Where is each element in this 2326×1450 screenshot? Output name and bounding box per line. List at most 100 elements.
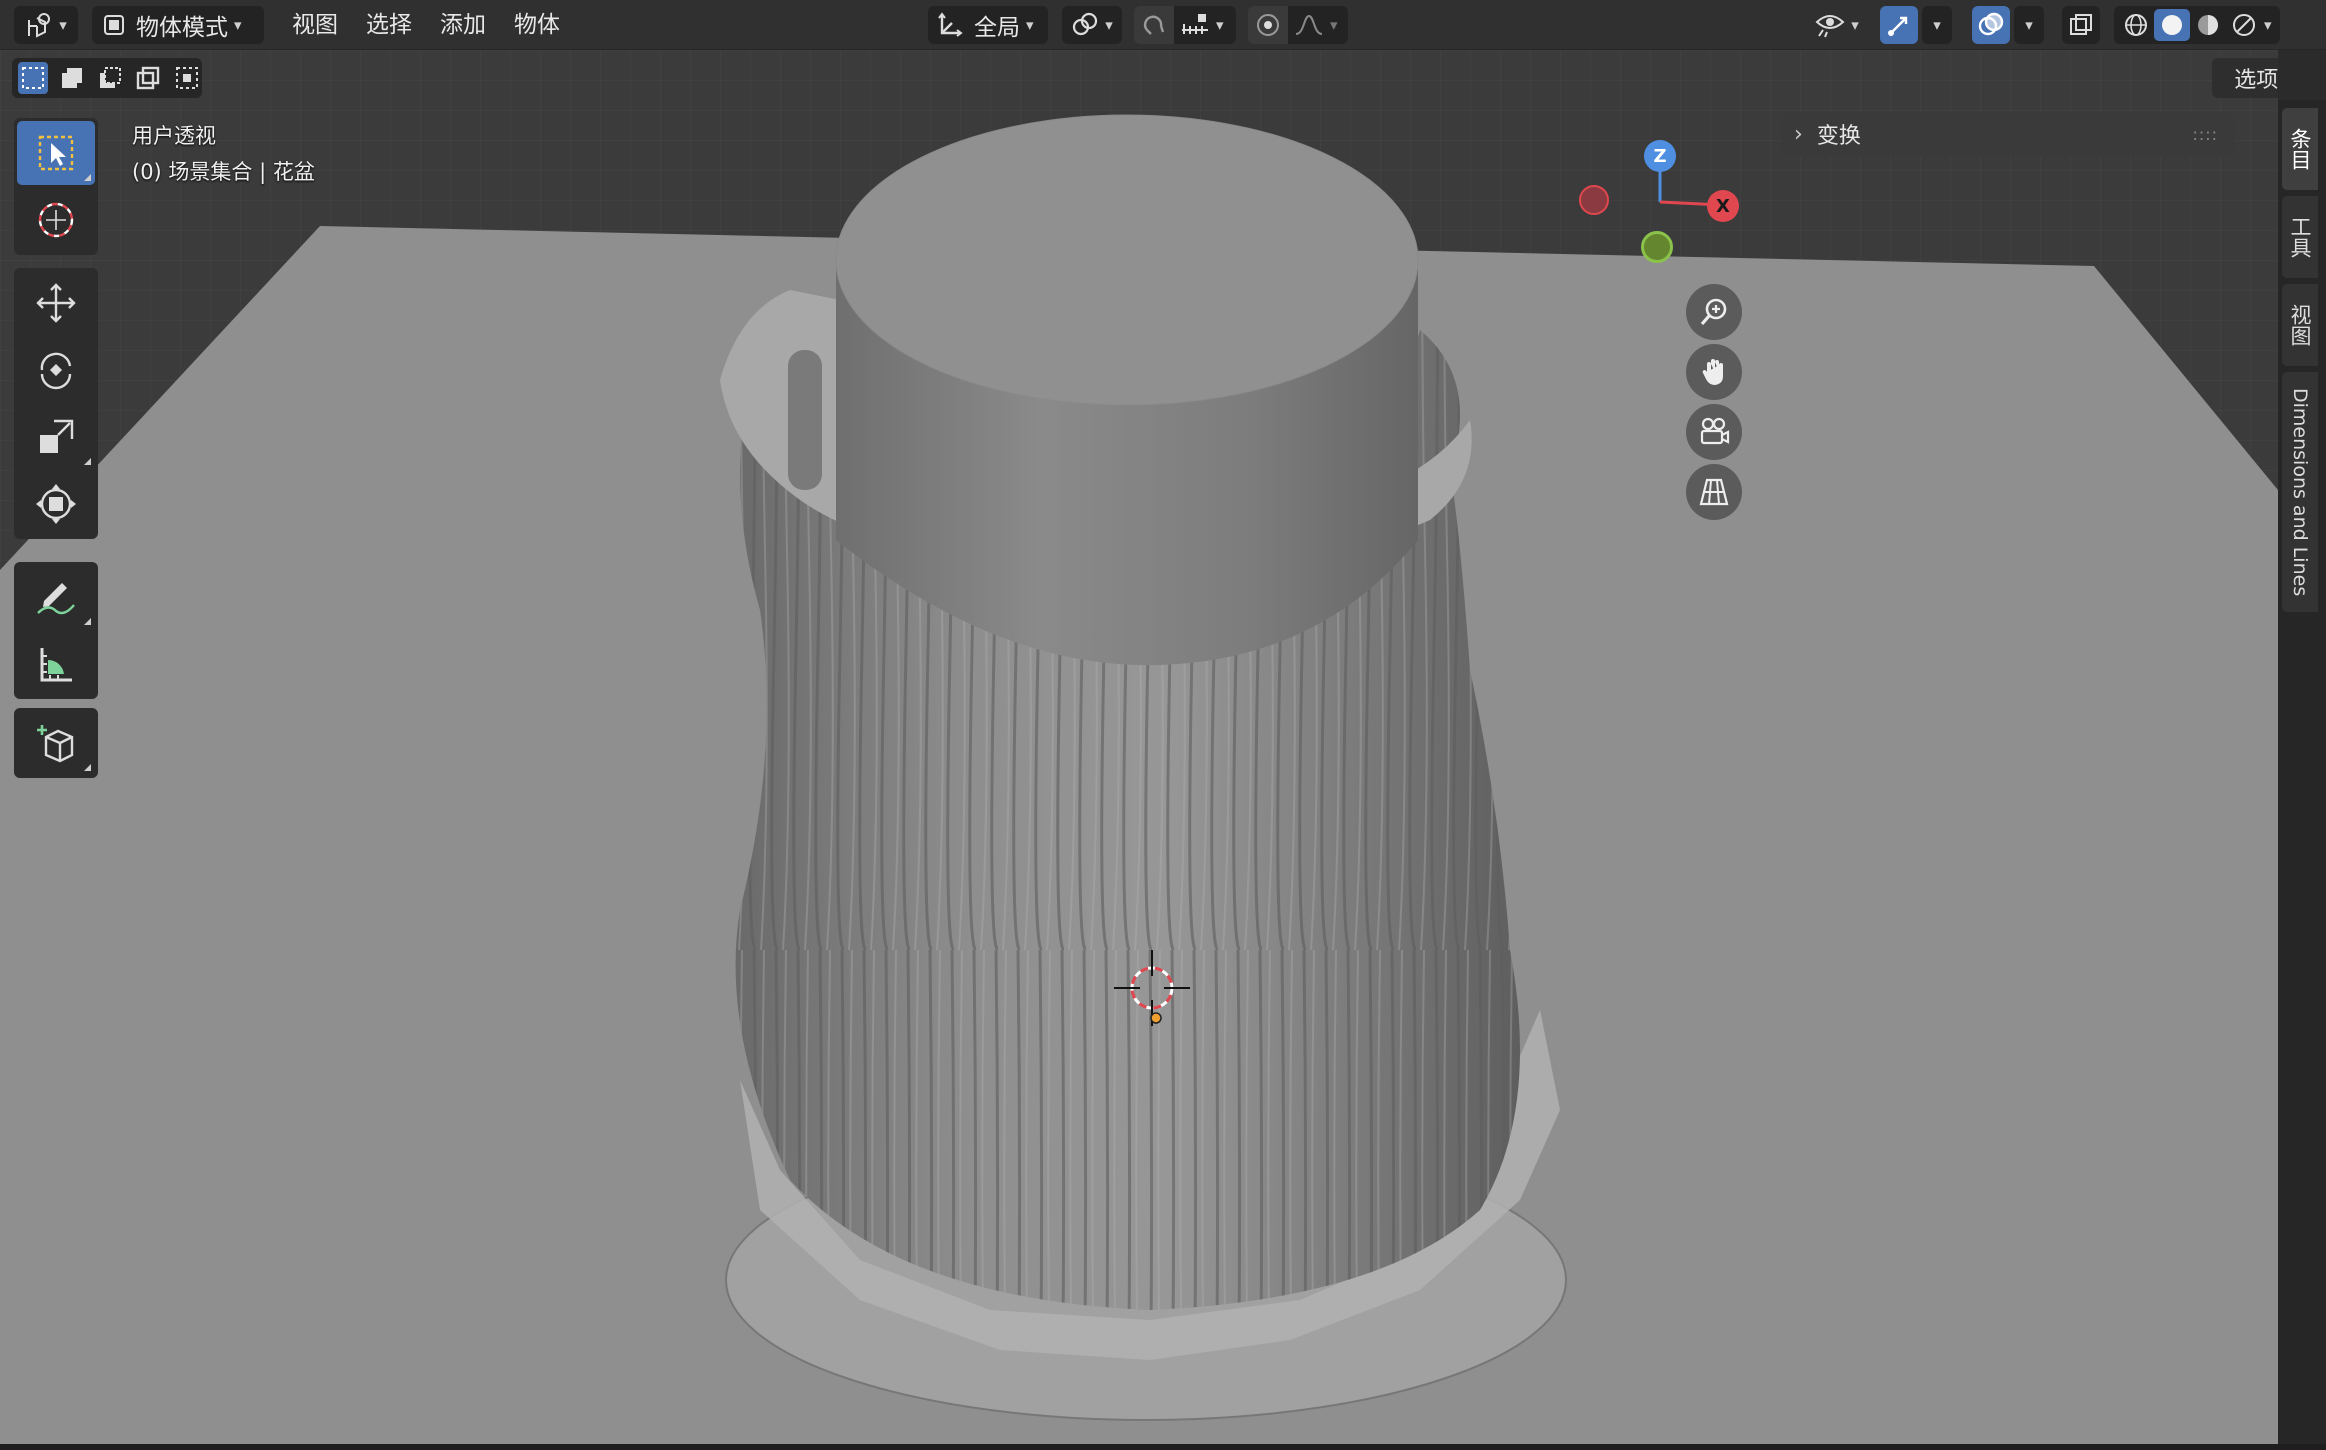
- tool-add-cube[interactable]: [17, 711, 95, 775]
- gizmo-toggle[interactable]: [1880, 6, 1918, 44]
- tool-group-add: [14, 708, 98, 778]
- transform-panel-header[interactable]: › 变换 ::::: [1782, 112, 2234, 156]
- chevron-right-icon: ›: [1794, 121, 1803, 147]
- editor-type-button[interactable]: ▾: [14, 6, 78, 44]
- menu-object[interactable]: 物体: [514, 8, 560, 42]
- x-axis-handle[interactable]: X: [1707, 190, 1739, 222]
- tool-group-select: [14, 118, 98, 255]
- drag-handle-icon[interactable]: ::::: [2192, 125, 2218, 144]
- bottom-border: [0, 1444, 2326, 1450]
- gizmo-icon: [1888, 16, 1908, 36]
- chevron-down-icon: ▾: [1330, 16, 1338, 34]
- chevron-down-icon: ▾: [1216, 16, 1224, 34]
- chevron-down-icon: ▾: [1105, 16, 1113, 34]
- mode-label: 物体模式: [136, 15, 228, 41]
- magnet-icon: [1143, 15, 1165, 35]
- tool-cursor[interactable]: [17, 188, 95, 252]
- transform-panel-title: 变换: [1816, 124, 1861, 149]
- viewport-header: ▾ 物体模式 ▾ 视图 选择 添加 物体 全局 ▾ ▾ ▾ ▾ ▾ ▾ ▾ ▾: [0, 0, 2326, 50]
- tab-dimensions-and-lines[interactable]: Dimensions and Lines: [2282, 372, 2318, 612]
- shading-mode-group: ▾: [2114, 6, 2280, 44]
- chevron-down-icon: ▾: [1933, 16, 1941, 34]
- transform-icon: [36, 484, 76, 524]
- options-label: 选项: [2234, 68, 2278, 93]
- viewport-scene: [0, 50, 2278, 1444]
- grid-perspective-icon: [1699, 478, 1729, 506]
- gizmo-dropdown[interactable]: ▾: [1922, 6, 1952, 44]
- material-sphere-icon: [2198, 15, 2218, 35]
- add-cube-icon: [37, 725, 74, 763]
- chevron-down-icon: ▾: [234, 16, 242, 34]
- wireframe-sphere-icon: [2125, 14, 2147, 36]
- menu-view[interactable]: 视图: [292, 8, 338, 42]
- submenu-indicator: [84, 458, 91, 465]
- snap-toggle[interactable]: [1134, 6, 1174, 44]
- tool-measure[interactable]: [17, 632, 95, 696]
- collection-info: (0) 场景集合 | 花盆: [132, 160, 315, 184]
- tool-scale[interactable]: [17, 405, 95, 469]
- annotate-pencil-icon: [37, 583, 75, 615]
- select-intersect-icon: [175, 67, 198, 89]
- tool-select-box[interactable]: [17, 121, 95, 185]
- overlays-dropdown[interactable]: ▾: [2014, 6, 2044, 44]
- z-axis-label: Z: [1653, 145, 1667, 167]
- object-origin: [1150, 1012, 1162, 1024]
- select-new-button[interactable]: [18, 62, 49, 94]
- camera-view-button[interactable]: [1686, 404, 1742, 460]
- tab-item[interactable]: 条目: [2282, 108, 2318, 190]
- tool-group-annotate: [14, 562, 98, 699]
- falloff-dropdown[interactable]: ▾: [1288, 12, 1338, 38]
- options-dropdown[interactable]: 选项 ▾: [2212, 58, 2278, 98]
- menu-add[interactable]: 添加: [440, 8, 486, 42]
- cylinder-top: [835, 114, 1419, 406]
- object-mode-icon: [104, 15, 124, 35]
- camera-icon: [1700, 417, 1730, 445]
- tool-transform[interactable]: [17, 472, 95, 536]
- tool-move[interactable]: [17, 271, 95, 335]
- overlays-toggle[interactable]: [1972, 6, 2010, 44]
- scale-icon: [40, 419, 74, 453]
- tab-tool[interactable]: 工具: [2282, 196, 2318, 278]
- visibility-dropdown[interactable]: ▾: [1806, 6, 1868, 44]
- proportional-edit-toggle[interactable]: [1248, 6, 1288, 44]
- tool-rotate[interactable]: [17, 338, 95, 402]
- view-name: 用户透视: [132, 124, 216, 148]
- tool-annotate[interactable]: [17, 565, 95, 629]
- shading-solid[interactable]: [2154, 9, 2190, 41]
- z-axis-handle[interactable]: Z: [1644, 140, 1676, 172]
- x-axis-label: X: [1716, 195, 1730, 217]
- chevron-down-icon: ▾: [1851, 16, 1859, 34]
- select-box-icon: [38, 135, 74, 171]
- shading-wireframe[interactable]: [2118, 9, 2154, 41]
- select-invert-button[interactable]: [133, 62, 163, 94]
- xray-toggle[interactable]: [2062, 6, 2100, 44]
- 3d-viewport-icon: [28, 13, 51, 38]
- menu-select[interactable]: 选择: [366, 8, 412, 42]
- tab-view[interactable]: 视图: [2282, 284, 2318, 366]
- neg-x-axis-handle[interactable]: [1579, 185, 1609, 215]
- chevron-down-icon: ▾: [1026, 16, 1034, 34]
- pan-button[interactable]: [1686, 344, 1742, 400]
- pivot-point-dropdown[interactable]: ▾: [1062, 6, 1122, 44]
- 3d-viewport[interactable]: Z X 选项 用户透视 (0) 场景集合 | 花盆 › 变换::::: [0, 50, 2278, 1444]
- shading-rendered[interactable]: [2226, 9, 2262, 41]
- mode-dropdown[interactable]: 物体模式 ▾: [92, 6, 264, 44]
- snap-target-dropdown[interactable]: ▾: [1174, 12, 1224, 38]
- zoom-button[interactable]: [1686, 284, 1742, 340]
- perspective-toggle-button[interactable]: [1686, 464, 1742, 520]
- select-subtract-button[interactable]: [95, 62, 125, 94]
- select-intersect-button[interactable]: [172, 62, 202, 94]
- zoom-icon: [1700, 298, 1727, 326]
- transform-orientation-dropdown[interactable]: 全局 ▾: [928, 6, 1048, 44]
- blender-window: ▾ 物体模式 ▾ 视图 选择 添加 物体 全局 ▾ ▾ ▾ ▾ ▾ ▾ ▾ ▾ …: [0, 0, 2326, 1450]
- xray-icon: [2070, 14, 2092, 35]
- shading-material[interactable]: [2190, 9, 2226, 41]
- chevron-down-icon: ▾: [2264, 16, 2272, 34]
- orientation-label: 全局: [974, 15, 1020, 41]
- neg-y-axis-handle[interactable]: [1641, 231, 1673, 263]
- proportional-edit-group: ▾: [1248, 6, 1348, 44]
- select-extend-button[interactable]: [56, 62, 86, 94]
- snap-group: ▾: [1134, 6, 1236, 44]
- select-subtract-icon: [100, 67, 122, 88]
- select-invert-icon: [137, 66, 160, 90]
